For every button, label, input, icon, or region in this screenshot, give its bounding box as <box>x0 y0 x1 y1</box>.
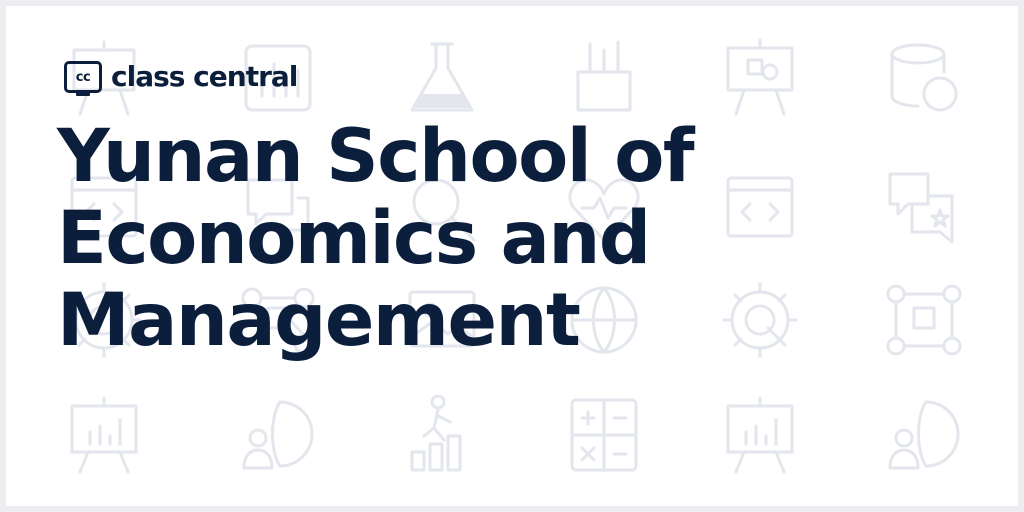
logo-mark-text: cc <box>75 69 91 85</box>
database-chart-icon <box>890 43 958 112</box>
brand-logo[interactable]: cc class central <box>64 60 298 96</box>
globe-person-icon <box>242 400 314 470</box>
title-line-2: Economics and <box>57 196 651 281</box>
title-line-3: Management <box>57 278 581 363</box>
title-line-1: Yunan School of <box>57 114 695 199</box>
climbing-person-icon <box>410 394 462 472</box>
presentation-chart-icon <box>70 396 138 474</box>
page-title: Yunan School of Economics and Management <box>57 116 987 362</box>
globe-person-icon <box>888 400 960 470</box>
cc-logo-icon: cc <box>64 61 102 96</box>
banner-card: cc class central Yunan School of Economi… <box>6 6 1018 506</box>
presentation-chart-icon <box>726 396 794 474</box>
calculator-icon <box>570 398 638 472</box>
brand-name: class central <box>111 60 298 93</box>
presentation-board-icon <box>726 38 794 116</box>
flask-icon <box>410 42 474 112</box>
pencil-cup-icon <box>576 40 632 112</box>
